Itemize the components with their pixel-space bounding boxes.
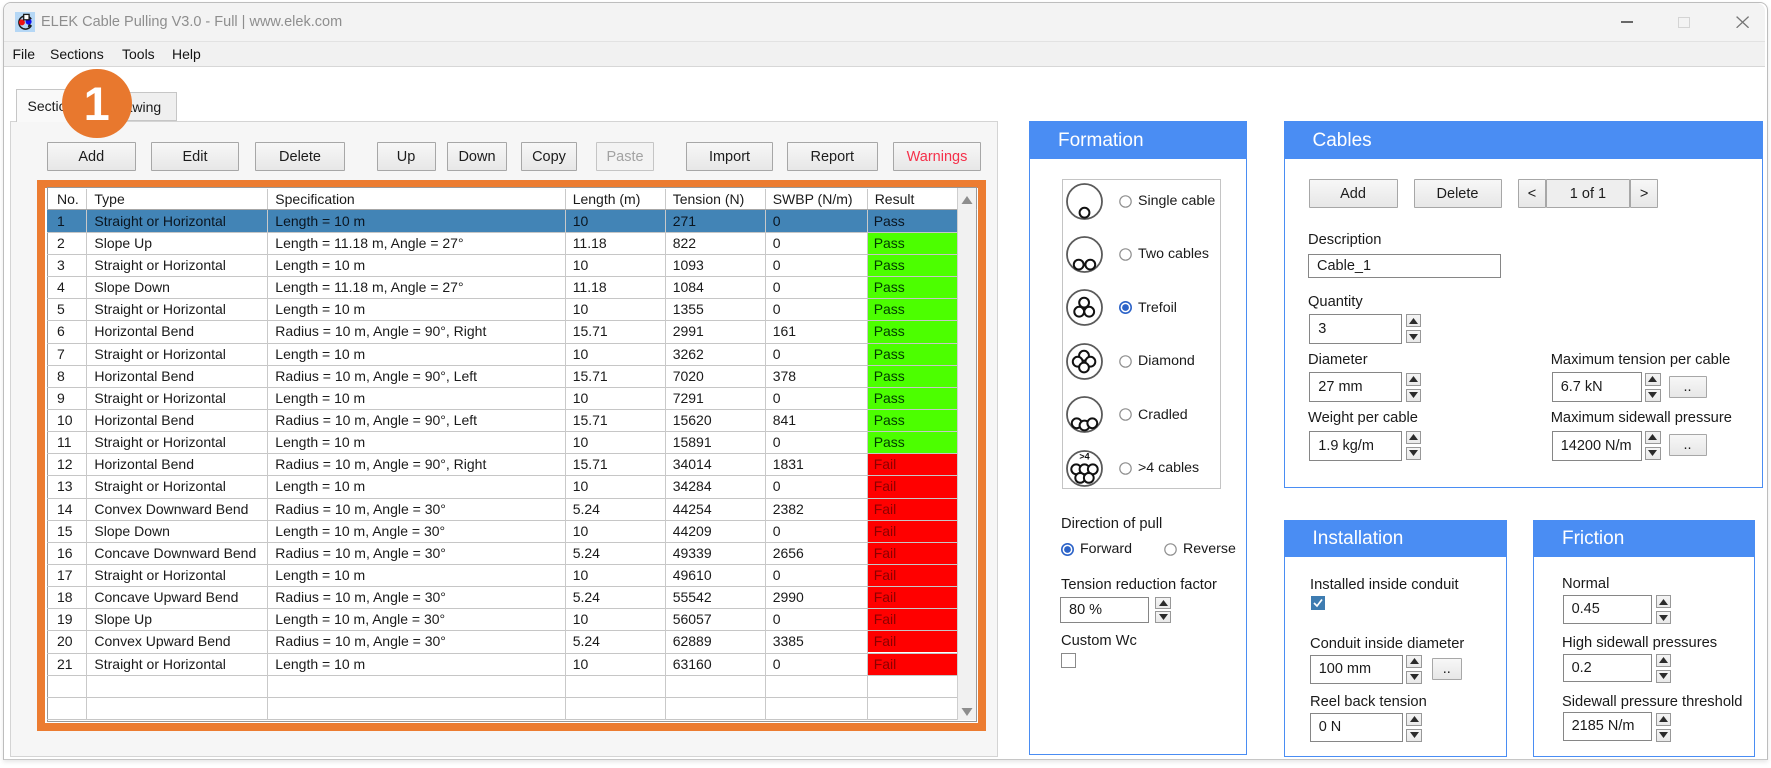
svg-text:>4: >4 bbox=[1079, 451, 1089, 461]
